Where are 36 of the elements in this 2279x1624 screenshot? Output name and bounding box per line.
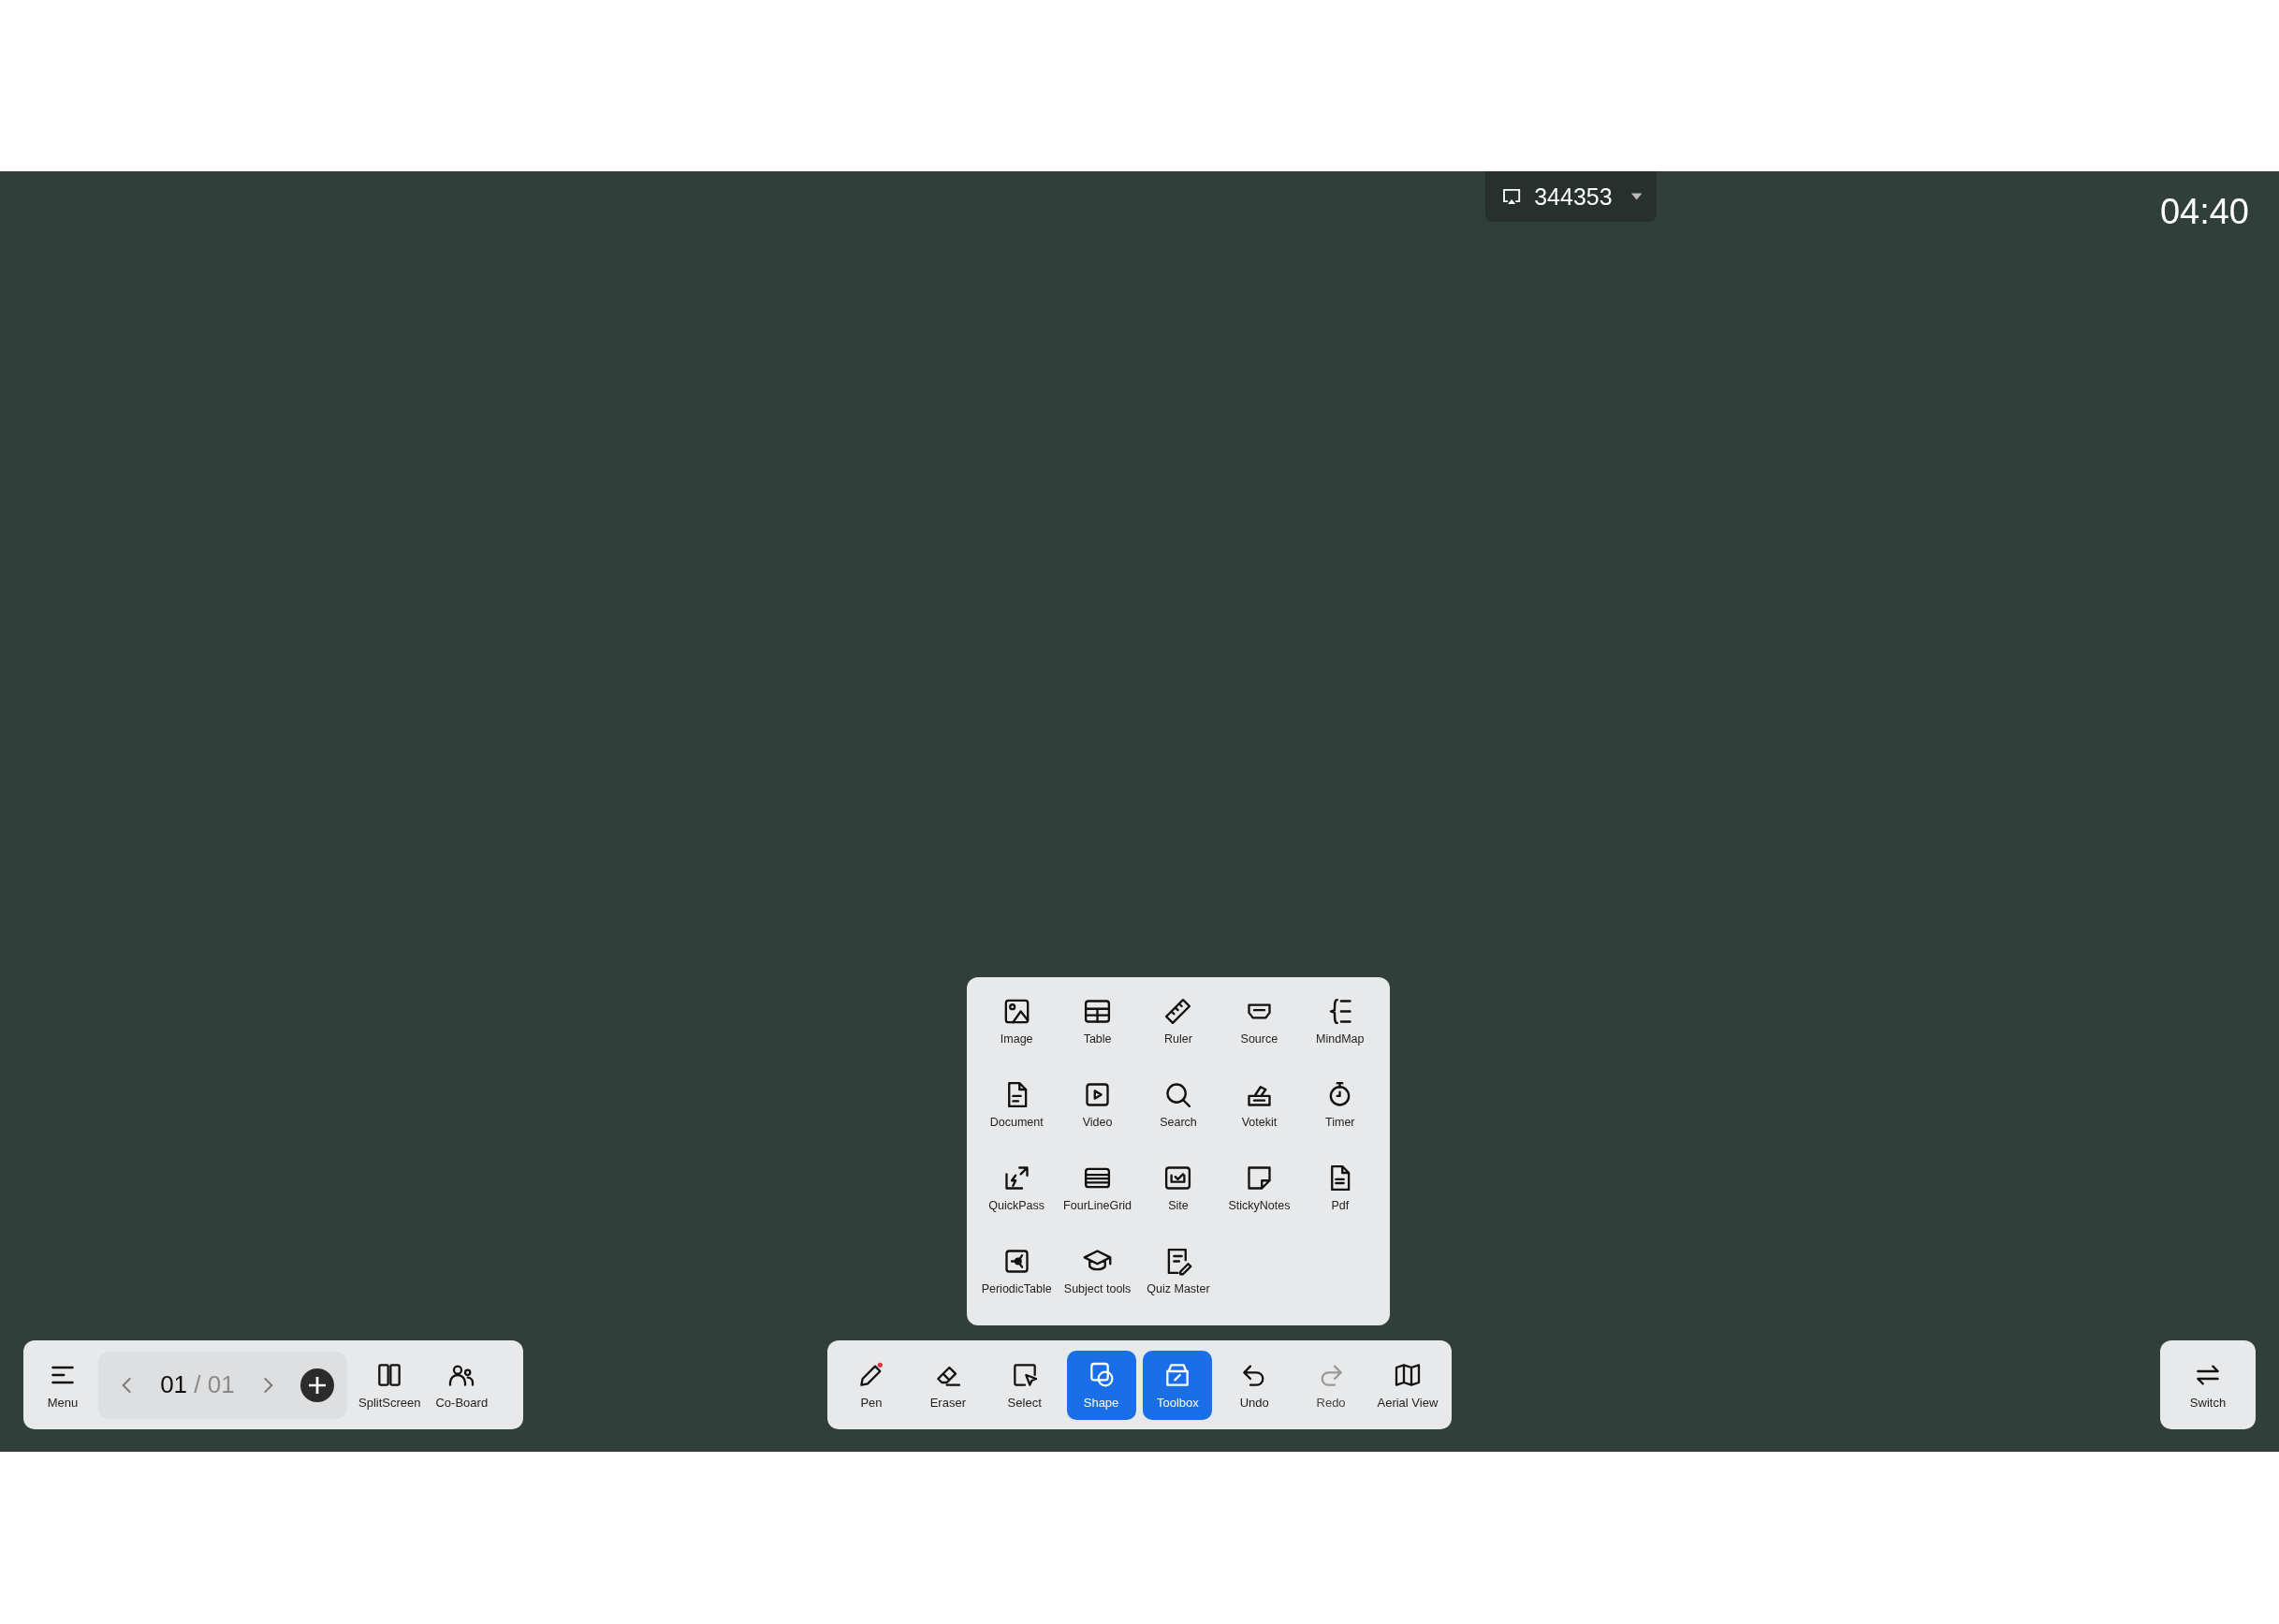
toolbar-button[interactable]: Eraser xyxy=(913,1350,983,1420)
toolbox-item[interactable]: Document xyxy=(976,1079,1058,1163)
toolbox-item[interactable]: PeriodicTable xyxy=(976,1246,1058,1329)
toolbox-item[interactable]: Subject tools xyxy=(1057,1246,1138,1329)
toolbox-item[interactable]: Search xyxy=(1137,1079,1220,1163)
toolbar-button[interactable]: Toolbox xyxy=(1143,1350,1213,1420)
caret-icon xyxy=(1630,193,1642,200)
toolbox-item[interactable]: Image xyxy=(976,996,1058,1079)
menu-button[interactable]: Menu xyxy=(35,1351,91,1419)
clock: 04:40 xyxy=(2159,192,2249,232)
page-number: 01 / 01 xyxy=(160,1370,235,1399)
toolbox-item[interactable]: Votekit xyxy=(1219,1079,1300,1163)
toolbar-button[interactable]: Aerial View xyxy=(1372,1350,1442,1420)
toolbox-item[interactable]: FourLineGrid xyxy=(1057,1163,1138,1246)
toolbox-item[interactable]: Quiz Master xyxy=(1137,1246,1220,1329)
toolbar-button[interactable]: Shape xyxy=(1066,1350,1136,1420)
toolbox-item[interactable]: Video xyxy=(1057,1079,1138,1163)
toolbox-item[interactable]: Site xyxy=(1137,1163,1220,1246)
cast-code: 344353 xyxy=(1534,183,1613,211)
toolbar-button[interactable]: Pen xyxy=(837,1350,906,1420)
toolbox-item[interactable]: QuickPass xyxy=(976,1163,1058,1246)
toolbox-item[interactable]: MindMap xyxy=(1299,996,1381,1079)
toolbox-item[interactable]: Source xyxy=(1219,996,1300,1079)
toolbox-item[interactable]: Timer xyxy=(1299,1079,1381,1163)
whiteboard-canvas[interactable] xyxy=(0,171,2279,1452)
switch-button[interactable]: Switch xyxy=(2160,1340,2256,1429)
cast-code-button[interactable]: 344353 xyxy=(1484,171,1657,222)
toolbox-item[interactable]: Pdf xyxy=(1299,1163,1381,1246)
toolbox-item[interactable]: Ruler xyxy=(1137,996,1220,1079)
toolbox-item[interactable]: StickyNotes xyxy=(1219,1163,1300,1246)
toolbar-button[interactable]: Select xyxy=(989,1350,1059,1420)
co-board-button[interactable]: Co-Board xyxy=(431,1351,492,1419)
toolbox-item[interactable]: Table xyxy=(1057,996,1138,1079)
split-screen-button[interactable]: SplitScreen xyxy=(355,1351,425,1419)
add-page-icon[interactable] xyxy=(300,1368,334,1402)
toolbar-button[interactable]: Undo xyxy=(1220,1350,1290,1420)
